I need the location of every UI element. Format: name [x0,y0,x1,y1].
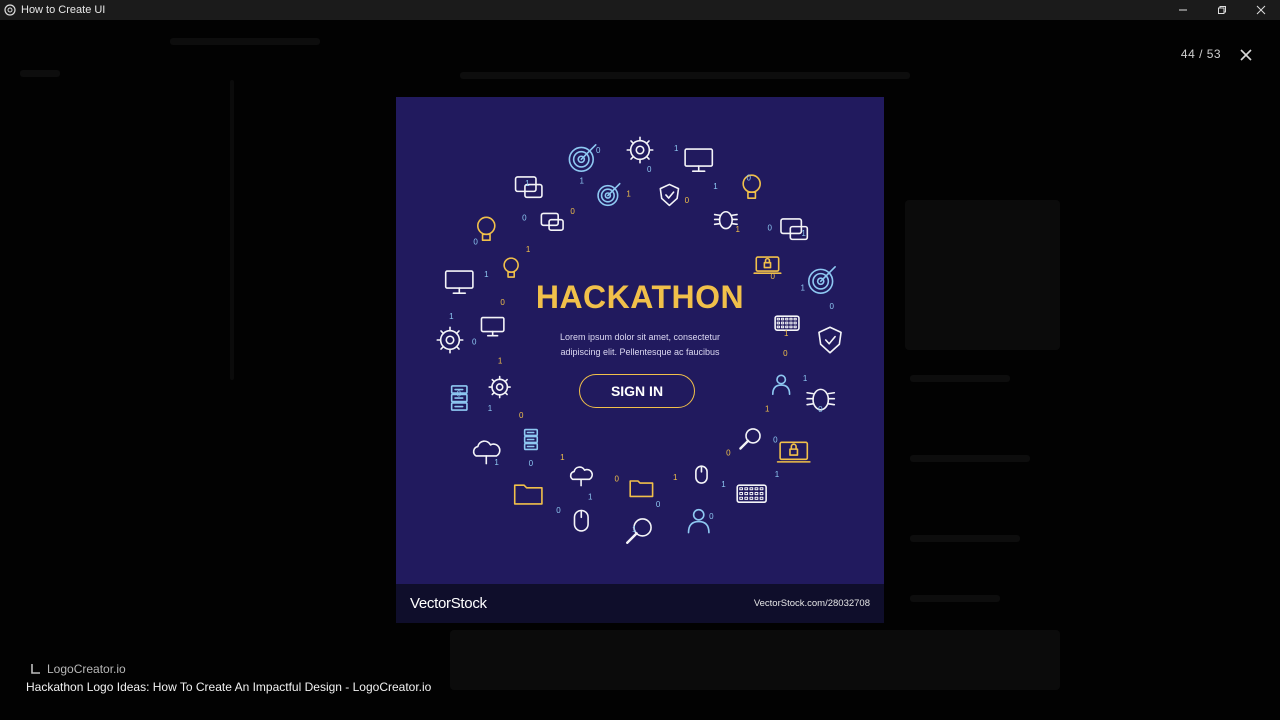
binary-digit: 1 [673,473,678,482]
close-icon [1256,5,1265,15]
decorative-icon [597,182,621,207]
binary-digit: 0 [726,448,731,457]
poster-body-text: Lorem ipsum dolor sit amet, consectetur … [559,332,721,357]
decorative-icon [573,509,589,532]
window-controls [1163,0,1280,20]
restore-button[interactable] [1202,0,1241,20]
binary-digit: 1 [488,404,493,413]
window-titlebar: How to Create UI [0,0,1280,20]
close-viewer-button[interactable] [1236,45,1256,65]
decorative-icon [503,257,519,278]
binary-digit: 0 [818,405,823,414]
binary-digit: 0 [457,390,462,399]
decorative-icon [818,326,842,354]
decorative-icon [480,316,505,337]
binary-digit: 1 [713,182,718,191]
close-icon [1240,49,1252,61]
binary-digit: 0 [529,459,534,468]
decorative-icon [568,144,597,172]
decorative-icon [436,326,464,354]
binary-digit: 0 [556,506,561,515]
decorative-icon [687,508,710,534]
binary-digit: 1 [801,229,806,238]
binary-digit: 1 [674,144,679,153]
binary-digit: 0 [783,349,788,358]
binary-digit: 0 [656,500,661,509]
binary-digit: 0 [773,436,778,445]
binary-digit: 0 [767,224,772,233]
decorative-icon [626,136,654,164]
decorative-icon [713,210,738,230]
decorative-icon [776,441,811,463]
binary-digit: 1 [560,453,565,462]
binary-digit: 1 [721,480,726,489]
source-logo-icon [31,664,40,674]
watermark-url: VectorStock.com/28032708 [753,598,870,609]
restore-icon [1217,6,1226,14]
binary-digit: 1 [765,405,770,414]
decorative-icon [626,518,652,544]
binary-digit: 0 [473,238,478,247]
binary-digit: 1 [498,356,503,365]
watermark-bar: VectorStock VectorStock.com/28032708 [396,584,884,623]
binary-digit: 1 [632,525,637,534]
watermark-brand: VectorStock [410,595,487,612]
binary-digit: 0 [472,337,477,346]
binary-digit: 1 [735,225,740,234]
poster-artwork: 0 1 0 1 0 1 0 1 0 1 0 1 0 1 0 1 0 1 0 1 0 1 0 1 0 1 0 1 0 1 0 1 0 1 0 1 0 1 0 1… [396,97,884,584]
decorative-icon [659,183,680,207]
binary-digit: 1 [803,374,808,383]
poster-heading: HACKATHON [535,279,745,315]
decorative-icon [540,212,564,231]
decorative-icon [736,484,767,504]
window-title: How to Create UI [21,4,106,16]
decorative-icon [523,428,539,451]
binary-digit: 1 [484,270,489,279]
decorative-icon [753,256,782,274]
binary-digit: 0 [596,146,601,155]
minimize-button[interactable] [1163,0,1202,20]
binary-digit: 0 [570,207,575,216]
binary-digit: 0 [614,475,619,484]
image-counter: 44 / 53 [1180,47,1222,61]
binary-digit: 1 [526,245,531,254]
binary-digit: 0 [522,213,527,222]
binary-digit: 1 [494,458,499,467]
binary-digit: 0 [747,173,752,182]
poster-sign-in-button: SIGN IN [579,374,695,408]
binary-digit: 1 [626,190,631,199]
binary-digit: 1 [525,179,530,188]
binary-digit: 0 [519,411,524,420]
decorative-icon [695,465,708,484]
image-source[interactable]: LogoCreator.io [30,662,126,676]
minimize-icon [1178,9,1187,11]
decorative-icon [629,480,654,498]
app-icon [4,4,16,16]
hackathon-poster-image[interactable]: 0 1 0 1 0 1 0 1 0 1 0 1 0 1 0 1 0 1 0 1 0 1 0 1 0 1 0 1 0 1 0 1 0 1 0 1 0 1 0 1… [396,97,884,623]
binary-digit: 1 [580,176,585,185]
binary-digit: 1 [588,493,593,502]
decorative-icon [513,484,543,505]
image-caption[interactable]: Hackathon Logo Ideas: How To Create An I… [26,680,431,694]
decorative-icon [684,148,714,172]
decorative-icon [739,428,761,450]
decorative-icon [774,315,800,331]
binary-digit: 1 [784,329,789,338]
decorative-icon [569,466,593,487]
decorative-icon [488,375,511,399]
binary-digit: 0 [685,196,690,205]
binary-digit: 0 [647,165,652,174]
decorative-icon [476,216,496,242]
window-close-button[interactable] [1241,0,1280,20]
source-name: LogoCreator.io [47,662,126,676]
decorative-icon [771,374,791,396]
binary-digit: 0 [709,512,714,521]
binary-digit: 1 [775,470,780,479]
